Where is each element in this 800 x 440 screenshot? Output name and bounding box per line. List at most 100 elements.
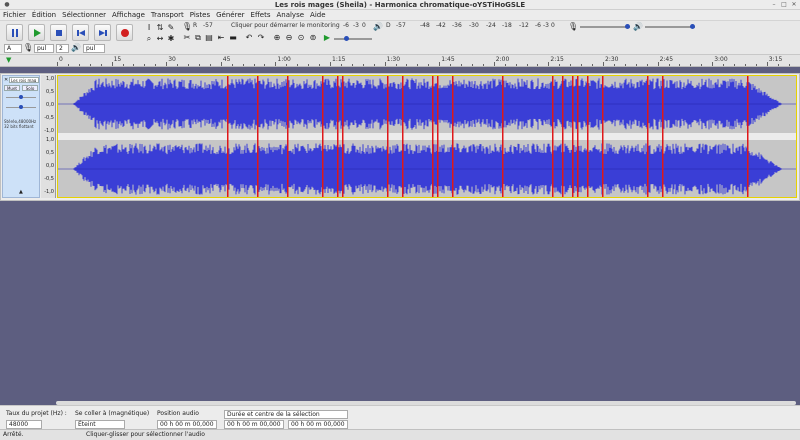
envelope-tool-icon[interactable]: ⇅: [155, 23, 165, 33]
menu-transport[interactable]: Transport: [148, 10, 187, 21]
ruler-label: 1,0: [46, 137, 54, 143]
timeline-minor-tick: [395, 64, 397, 66]
copy-icon[interactable]: ⧉: [193, 33, 203, 43]
play-meter-label: D: [386, 22, 391, 29]
zoom-out-icon[interactable]: ⊖: [284, 33, 294, 43]
timeline-label: 1:30: [386, 56, 401, 63]
menu-selectionner[interactable]: Sélectionner: [59, 10, 109, 21]
gain-knob[interactable]: [19, 95, 23, 99]
timeline-minor-tick: [559, 64, 561, 66]
redo-icon[interactable]: ↷: [256, 33, 266, 43]
pan-knob[interactable]: [19, 105, 23, 109]
timeline-minor-tick: [755, 64, 757, 66]
skip-start-button[interactable]: [72, 24, 89, 41]
selection-start-field[interactable]: 00 h 00 m 00,000 s: [224, 420, 284, 436]
skip-end-button[interactable]: [94, 24, 111, 41]
speaker-icon[interactable]: 🔊: [373, 22, 383, 32]
timeline-minor-tick: [253, 64, 255, 66]
maximize-icon[interactable]: □: [780, 1, 788, 9]
timeline-tick: [603, 62, 604, 66]
timeline-minor-tick: [89, 64, 91, 66]
timeline-minor-tick: [482, 64, 484, 66]
timeline-tick: [548, 62, 550, 66]
play-at-speed-icon[interactable]: ▶: [322, 33, 332, 43]
audio-position-field[interactable]: 00 h 00 m 00,000 s: [157, 420, 217, 436]
trim-icon[interactable]: ⇤: [216, 33, 226, 43]
menu-fichier[interactable]: Fichier: [0, 10, 29, 21]
zoom-tool-icon[interactable]: ⌕: [144, 34, 154, 44]
clipping-marker: [337, 75, 339, 198]
channels-select[interactable]: 2: [56, 44, 69, 53]
collapse-track-icon[interactable]: ▲: [19, 189, 23, 195]
close-window-icon[interactable]: ✕: [790, 1, 798, 9]
play-meter-tick: -12: [519, 22, 529, 29]
record-volume-knob[interactable]: [625, 24, 630, 29]
zoom-selection-icon[interactable]: ⊙: [296, 33, 306, 43]
zoom-fit-icon[interactable]: ⊚: [308, 33, 318, 43]
minimize-icon[interactable]: –: [770, 1, 778, 9]
record-meter-hint[interactable]: Cliquer pour démarrer le monitoring: [231, 22, 340, 29]
menu-edition[interactable]: Édition: [29, 10, 59, 21]
play-button[interactable]: [28, 24, 45, 41]
timeline-label: 3:15: [768, 56, 783, 63]
snap-label: Se coller à (magnétique): [75, 410, 150, 417]
record-device-select[interactable]: pul: [34, 44, 54, 53]
record-button[interactable]: [116, 24, 133, 41]
microphone-icon[interactable]: 🎙: [182, 22, 192, 32]
timeline-minor-tick: [242, 64, 244, 66]
paste-icon[interactable]: ▤: [204, 33, 214, 43]
zoom-in-icon[interactable]: ⊕: [272, 33, 282, 43]
timeline-label: 1:45: [441, 56, 455, 63]
undo-icon[interactable]: ↶: [244, 33, 254, 43]
record-meter-tick: -6: [343, 22, 349, 29]
play-speed-slider[interactable]: [334, 38, 372, 40]
menu-aide[interactable]: Aide: [307, 10, 328, 21]
timeline-minor-tick: [297, 64, 299, 66]
close-track-icon[interactable]: ✕: [4, 77, 8, 83]
multi-tool-icon[interactable]: ✱: [166, 34, 176, 44]
timeline-ruler[interactable]: ▼ 0 15 30 45 1:00 1:15 1:30 1:45 2:00 2:15 2:30 2:4…: [0, 55, 800, 67]
snap-select[interactable]: Éteint: [75, 420, 125, 429]
pause-button[interactable]: [6, 24, 23, 41]
selection-mode-select[interactable]: Durée et centre de la sélection: [224, 410, 348, 419]
timeline-minor-tick: [209, 64, 211, 66]
selection-tool-icon[interactable]: I: [144, 23, 154, 33]
play-icon: [34, 29, 41, 37]
play-meter-tick: -24: [486, 22, 496, 29]
timeline-minor-tick: [78, 64, 80, 66]
waveform[interactable]: [57, 75, 797, 198]
mute-button[interactable]: Muet: [4, 85, 20, 91]
draw-tool-icon[interactable]: ✎: [166, 23, 176, 33]
menu-effets[interactable]: Effets: [248, 10, 274, 21]
record-meter-tick: 0: [362, 22, 366, 29]
play-speed-knob[interactable]: [344, 36, 349, 41]
solo-button[interactable]: Solo: [22, 85, 38, 91]
audio-host-select[interactable]: A: [4, 44, 22, 53]
timeshift-tool-icon[interactable]: ↔: [155, 34, 165, 44]
playback-volume-knob[interactable]: [690, 24, 695, 29]
timeline-options-icon[interactable]: ▼: [6, 56, 11, 64]
timeline-minor-tick: [526, 64, 528, 66]
playback-device-select[interactable]: pul: [83, 44, 105, 53]
selection-end-field[interactable]: 00 h 00 m 00,000 s: [288, 420, 348, 436]
record-volume-icon: 🎙: [568, 22, 579, 31]
menu-generer[interactable]: Générer: [213, 10, 247, 21]
menu-affichage[interactable]: Affichage: [109, 10, 148, 21]
menu-pistes[interactable]: Pistes: [187, 10, 213, 21]
timeline-minor-tick: [777, 64, 779, 66]
timeline-label: 45: [222, 56, 231, 63]
cut-icon[interactable]: ✂: [182, 33, 192, 43]
silence-icon[interactable]: ▬: [228, 33, 238, 43]
timeline-minor-tick: [570, 64, 572, 66]
clipping-marker: [387, 75, 389, 198]
menu-analyse[interactable]: Analyse: [273, 10, 307, 21]
ruler-label: -0,5: [44, 115, 54, 121]
record-volume-slider[interactable]: [580, 26, 630, 28]
timeline-label: 1:15: [332, 56, 346, 63]
timeline-minor-tick: [744, 64, 746, 66]
stop-button[interactable]: [50, 24, 67, 41]
track-name-button[interactable]: Les rois mag: [9, 77, 39, 83]
project-rate-select[interactable]: 48000: [6, 420, 42, 429]
timeline-tick: [275, 62, 277, 66]
playback-volume-slider[interactable]: [645, 26, 695, 28]
